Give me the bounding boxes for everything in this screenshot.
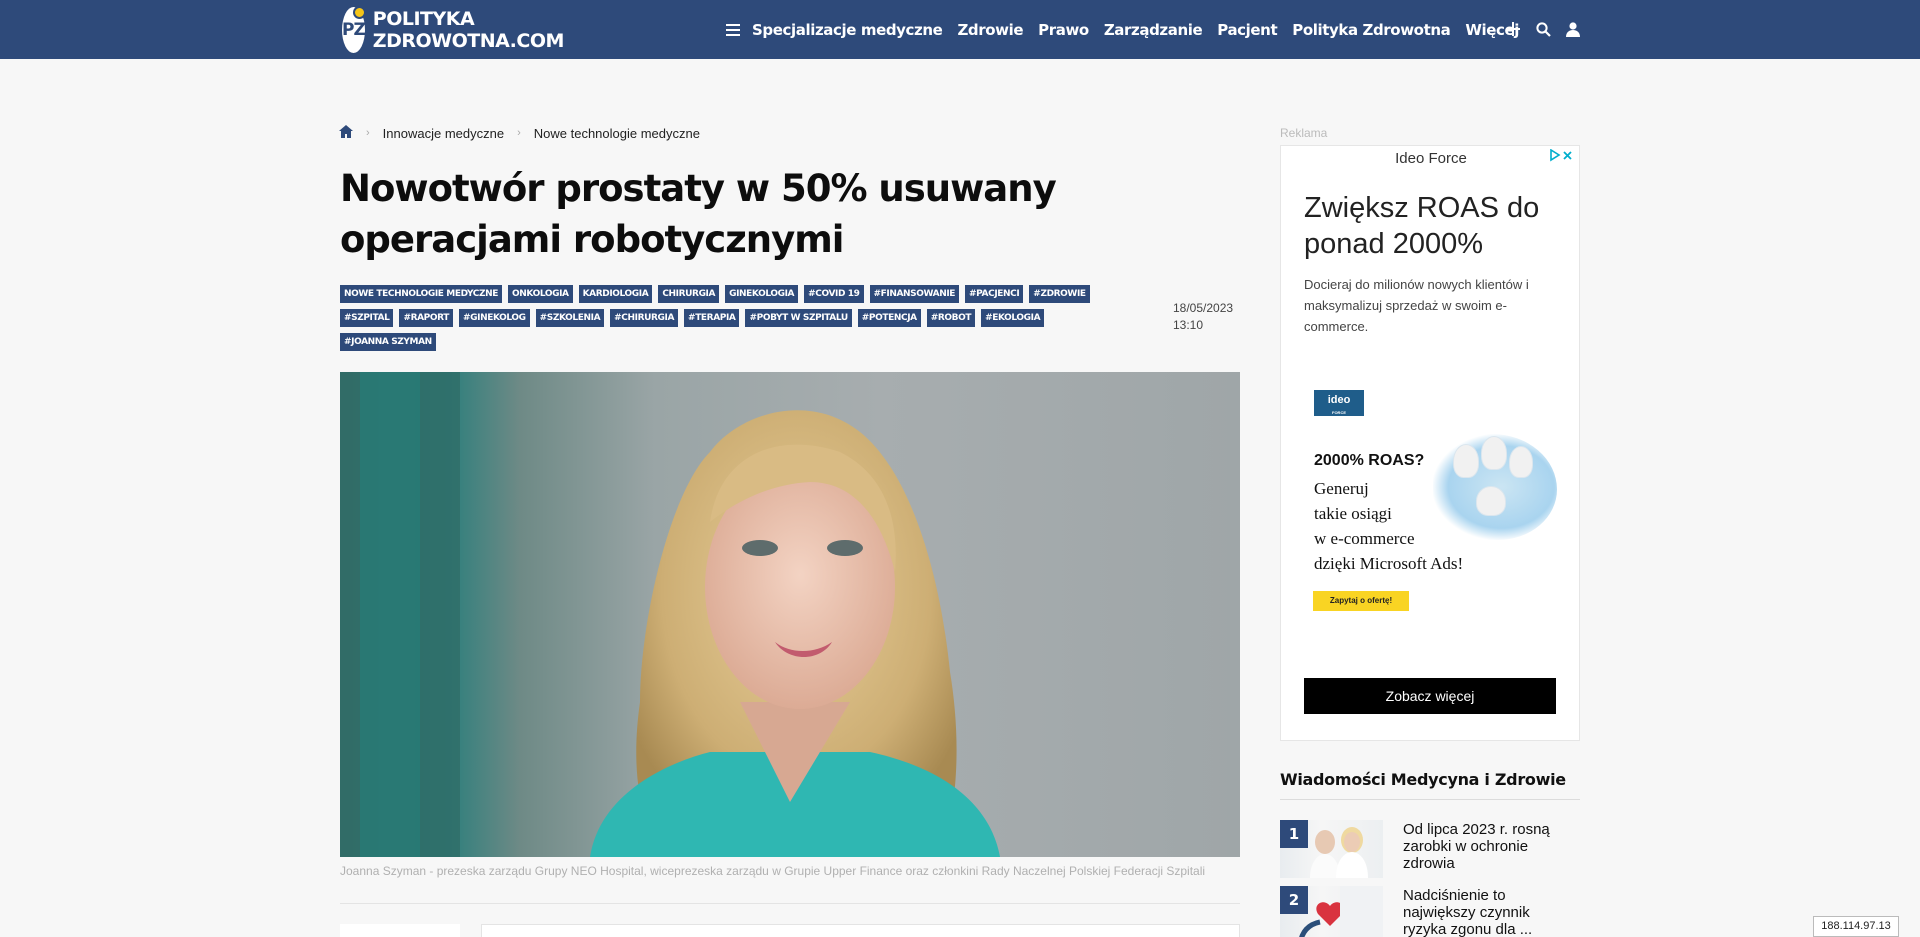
ad-person [1509,446,1533,478]
tag[interactable]: CHIRURGIA [658,285,720,303]
tag[interactable]: #ZDROWIE [1029,285,1090,303]
ad-choices-icon[interactable] [1549,149,1575,163]
sidebar-ad[interactable]: Ideo Force Zwiększ ROAS do ponad 2000% D… [1280,145,1580,741]
portrait-illustration [340,372,1000,857]
tag[interactable]: #SZPITAL [340,309,394,327]
ad-logo-sub: FORCE [1332,410,1346,415]
article-tags: NOWE TECHNOLOGIE MEDYCZNE ONKOLOGIA KARD… [340,285,1150,357]
logo-dot [352,6,366,19]
nav-zdrowie[interactable]: Zdrowie [957,21,1023,39]
ad-creative-headline: 2000% ROAS? [1314,452,1425,469]
home-icon[interactable] [339,125,353,141]
ad-creative-line: w e-commerce [1314,529,1415,548]
publish-time: 13:10 [1173,318,1204,332]
tag[interactable]: #EKOLOGIA [981,309,1045,327]
ideo-force-logo: ideo FORCE [1314,390,1364,416]
logo-wordmark: POLITYKA ZDROWOTNA.COM [372,8,565,52]
share-box [340,924,460,937]
news-headline[interactable]: Nadciśnienie to największy czynnik ryzyk… [1403,887,1573,937]
search-icon[interactable] [1533,17,1553,41]
news-item[interactable]: 2 Nadciśnienie to największy czynnik ryz… [1280,886,1580,937]
ad-creative-text: Generuj takie osiągi w e-commerce dzięki… [1314,476,1474,576]
nav-specjalizacje[interactable]: Specjalizacje medyczne [752,21,943,39]
logo-mark-text: PZ [342,20,366,40]
logo-line-1: POLITYKA [372,8,475,30]
ad-logo-text: ideo [1327,394,1351,406]
content-box [481,924,1240,937]
tag[interactable]: #POBYT W SZPITALU [745,309,852,327]
tag[interactable]: #SZKOLENIA [535,309,605,327]
tag[interactable]: #COVID 19 [804,285,864,303]
ad-label: Reklama [1280,126,1328,140]
divider [340,903,1240,904]
nav-prawo[interactable]: Prawo [1038,21,1089,39]
divider [1280,799,1580,800]
ad-person [1476,486,1506,516]
breadcrumb-item-nowe-technologie[interactable]: Nowe technologie medyczne [534,126,700,141]
ad-person [1453,444,1479,478]
article-date: 18/05/2023 13:10 [1173,300,1233,334]
tag[interactable]: #RAPORT [399,309,453,327]
nav-polityka-zdrowotna[interactable]: Polityka Zdrowotna [1292,21,1451,39]
ad-person [1481,436,1507,470]
news-section-title: Wiadomości Medycyna i Zdrowie [1280,770,1566,789]
tag[interactable]: KARDIOLOGIA [578,285,653,303]
tag[interactable]: #GINEKOLOG [459,309,530,327]
breadcrumb-separator: › [366,127,370,139]
publish-date: 18/05/2023 [1173,301,1234,315]
tag[interactable]: #JOANNA SZYMAN [340,333,436,351]
tag[interactable]: ONKOLOGIA [508,285,573,303]
logo-line-2: ZDROWOTNA.COM [372,30,565,52]
breadcrumb-separator: › [517,127,521,139]
ad-see-more-button[interactable]: Zobacz więcej [1304,678,1556,714]
tag[interactable]: #PACJENCI [965,285,1024,303]
plus-icon[interactable] [1503,17,1523,41]
news-item[interactable]: 1 Od lipca 2023 r. rosną zarobki w ochro… [1280,820,1580,878]
logo-mark: PZ [342,6,366,53]
ip-address-badge: 188.114.97.13 [1813,916,1899,937]
nav-zarzadzanie[interactable]: Zarządzanie [1104,21,1203,39]
breadcrumb: › Innowacje medyczne › Nowe technologie … [339,125,700,141]
ad-brand[interactable]: Ideo Force [1281,150,1581,167]
main-nav: Specjalizacje medyczne Zdrowie Prawo Zar… [726,0,1534,59]
nav-pacjent[interactable]: Pacjent [1217,21,1277,39]
ad-inquiry-button[interactable]: Zapytaj o ofertę! [1313,591,1409,611]
ad-headline[interactable]: Zwiększ ROAS do ponad 2000% [1304,190,1564,262]
tag[interactable]: #FINANSOWANIE [869,285,960,303]
ad-creative-line: dzięki Microsoft Ads! [1314,554,1464,573]
ad-creative-line: Generuj [1314,479,1369,498]
tag[interactable]: GINEKOLOGIA [725,285,799,303]
article-hero-photo [340,372,1240,857]
tag[interactable]: NOWE TECHNOLOGIE MEDYCZNE [340,285,503,303]
article-title: Nowotwór prostaty w 50% usuwany operacja… [340,167,1057,261]
header-actions [1503,17,1593,41]
tag[interactable]: #POTENCJA [857,309,921,327]
news-rank: 1 [1280,820,1308,848]
ad-body: Docieraj do milionów nowych klientów i m… [1304,277,1529,334]
photo-caption: Joanna Szyman - prezeska zarządu Grupy N… [340,864,1206,878]
breadcrumb-item-innowacje[interactable]: Innowacje medyczne [383,126,504,141]
news-headline[interactable]: Od lipca 2023 r. rosną zarobki w ochroni… [1403,821,1573,872]
tag[interactable]: #ROBOT [926,309,976,327]
top-navigation-bar: PZ POLITYKA ZDROWOTNA.COM Specjalizacje … [0,0,1920,59]
menu-icon[interactable] [726,23,740,36]
tag[interactable]: #CHIRURGIA [610,309,679,327]
news-rank: 2 [1280,886,1308,914]
user-icon[interactable] [1563,17,1583,41]
tag[interactable]: #TERAPIA [684,309,740,327]
site-logo[interactable]: PZ POLITYKA ZDROWOTNA.COM [342,6,565,54]
ad-creative-line: takie osiągi [1314,504,1392,523]
